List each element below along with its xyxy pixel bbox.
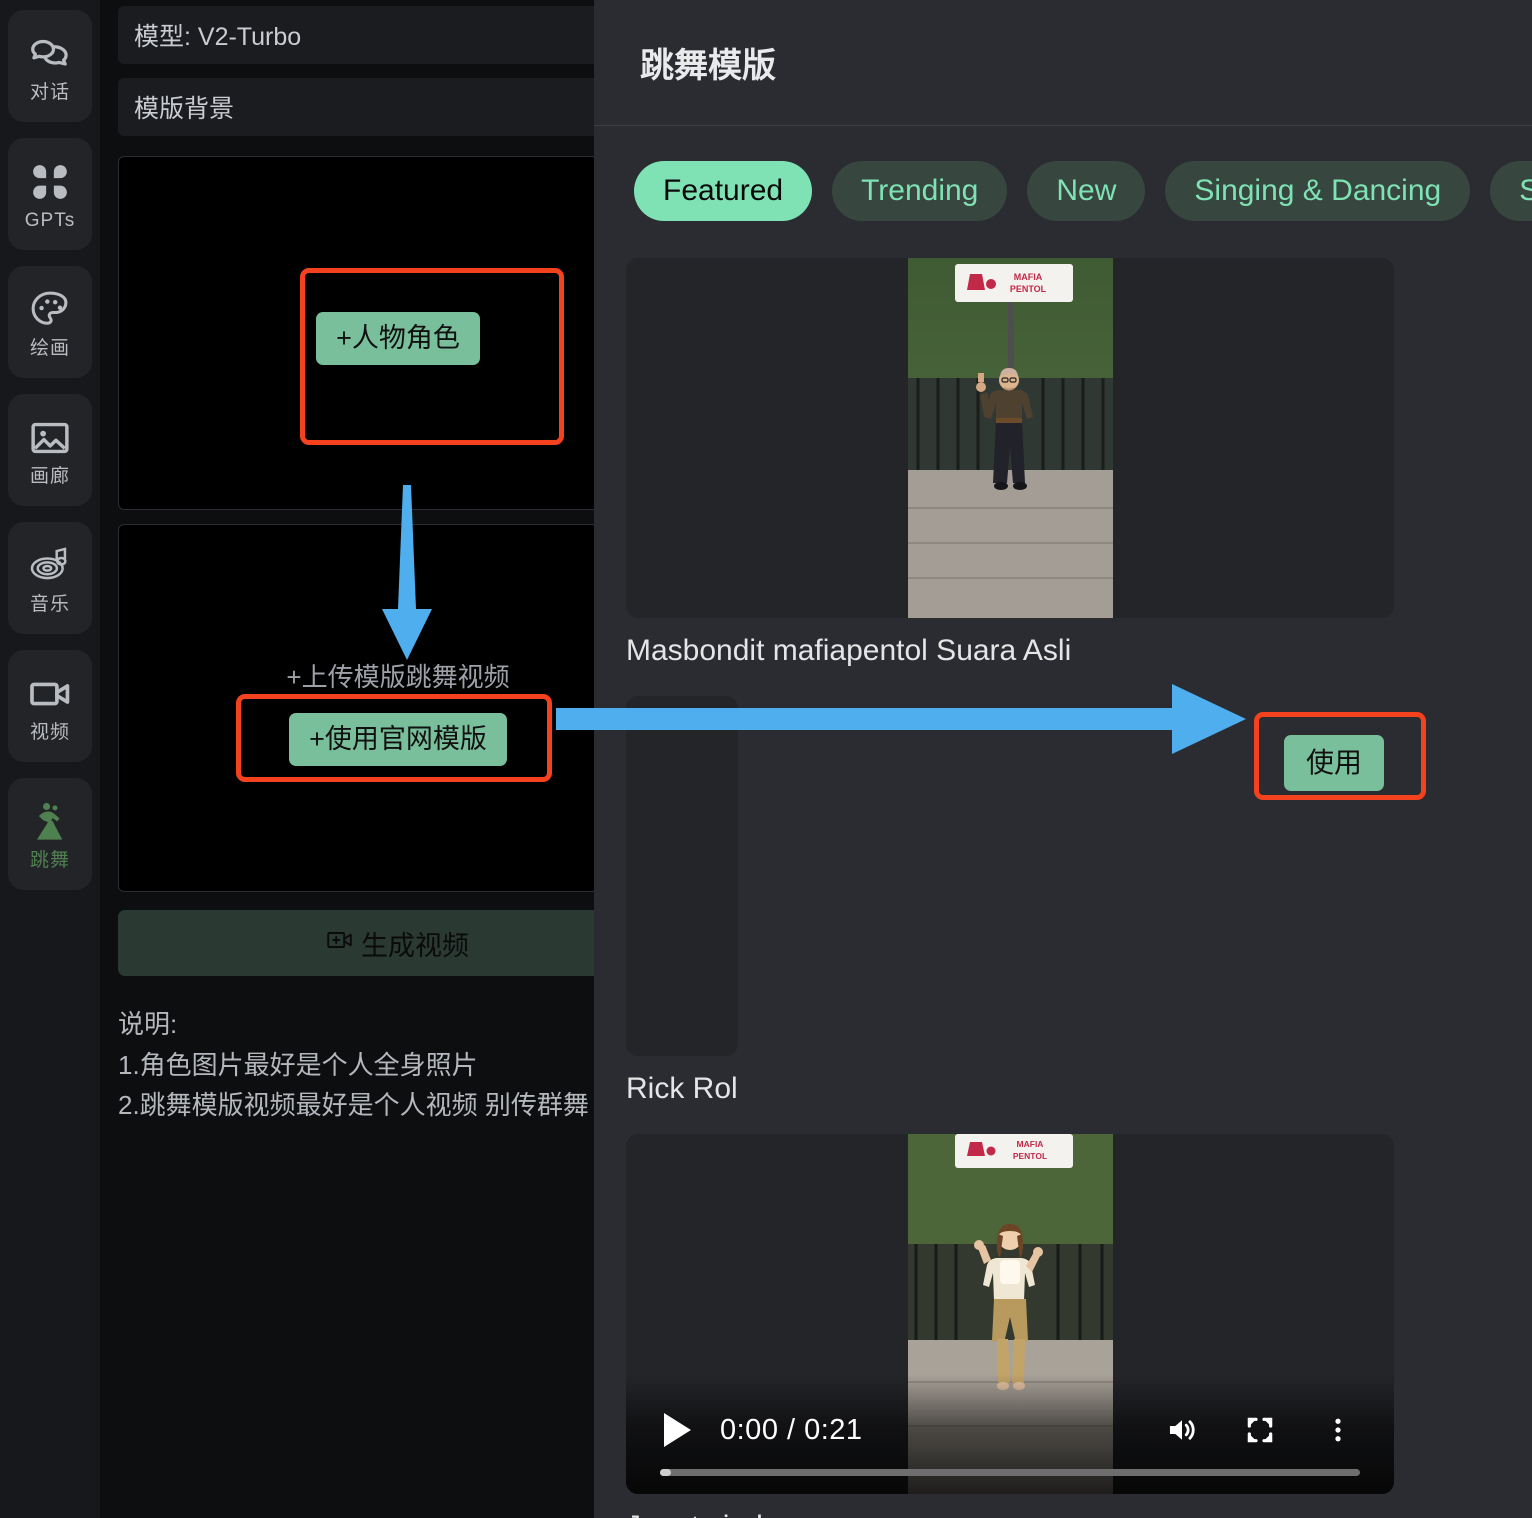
chat-icon — [27, 31, 73, 77]
page-title: 跳舞模版 — [640, 38, 776, 87]
grid-apps-icon — [27, 159, 73, 205]
template-card[interactable]: MAFIA PENTOL — [626, 1134, 1394, 1518]
instruction-line: 1.角色图片最好是个人全身照片 — [118, 1045, 594, 1086]
sidebar-item-label: 视频 — [30, 723, 70, 742]
template-title: Joget viral — [626, 1510, 1394, 1518]
fullscreen-icon[interactable] — [1238, 1408, 1282, 1452]
sidebar-item-drawing[interactable]: 绘画 — [8, 266, 92, 378]
template-card[interactable]: Rick Rol — [626, 696, 738, 1106]
more-vertical-icon[interactable] — [1316, 1408, 1360, 1452]
template-background-label: 模版背景 — [134, 89, 234, 125]
svg-text:MAFIA: MAFIA — [1013, 272, 1042, 282]
template-video-player[interactable]: MAFIA PENTOL — [626, 1134, 1394, 1494]
video-progress-bar[interactable] — [660, 1469, 1360, 1476]
model-label: 模型: V2-Turbo — [134, 17, 301, 53]
template-grid: MAFIA PENTOL — [594, 222, 1532, 1518]
use-official-template-button[interactable]: +使用官网模版 — [289, 713, 507, 766]
upload-template-hint: +上传模版跳舞视频 — [119, 657, 594, 694]
sidebar-item-label: 跳舞 — [30, 851, 70, 870]
template-video-dropzone[interactable]: +上传模版跳舞视频 +使用官网模版 — [118, 524, 594, 892]
sidebar-item-video[interactable]: 视频 — [8, 650, 92, 762]
video-plus-icon — [327, 928, 357, 959]
use-template-button[interactable]: 使用 — [1284, 735, 1384, 791]
dance-config-panel: 模型: V2-Turbo 模版背景 +人物角色 +上传模版跳舞视频 +使用官网模… — [100, 0, 594, 1518]
generate-video-button[interactable]: 生成视频 — [118, 910, 594, 976]
browser-header: 跳舞模版 — [594, 0, 1532, 126]
template-thumbnail[interactable] — [626, 696, 738, 1056]
sidebar-item-gallery[interactable]: 画廊 — [8, 394, 92, 506]
dancer-icon — [27, 799, 73, 845]
generate-video-label: 生成视频 — [361, 924, 469, 963]
template-background-row[interactable]: 模版背景 — [118, 78, 594, 136]
instructions-title: 说明: — [118, 1004, 594, 1045]
svg-text:PENTOL: PENTOL — [1012, 1151, 1046, 1161]
tab-trending[interactable]: Trending — [832, 161, 1007, 221]
play-icon[interactable] — [660, 1411, 694, 1449]
add-character-button[interactable]: +人物角色 — [316, 312, 480, 365]
tab-singing-dancing[interactable]: Singing & Dancing — [1165, 161, 1470, 221]
music-vinyl-icon — [27, 543, 73, 589]
volume-icon[interactable] — [1160, 1408, 1204, 1452]
video-time-display: 0:00 / 0:21 — [720, 1414, 863, 1447]
gallery-image-icon — [27, 415, 73, 461]
video-progress-fill — [660, 1469, 671, 1476]
template-card[interactable]: MAFIA PENTOL — [626, 258, 1394, 668]
use-template-button-wrap: 使用 — [1284, 735, 1384, 791]
template-thumbnail[interactable]: MAFIA PENTOL — [626, 258, 1394, 618]
palette-icon — [27, 287, 73, 333]
thumbnail-media: MAFIA PENTOL — [908, 258, 1113, 618]
sidebar-item-label: GPTs — [25, 211, 75, 230]
video-controls-bar: 0:00 / 0:21 — [626, 1374, 1394, 1494]
sidebar-item-music[interactable]: 音乐 — [8, 522, 92, 634]
dance-template-browser: 跳舞模版 Featured Trending New Singing & Dan… — [594, 0, 1532, 1518]
instructions-block: 说明: 1.角色图片最好是个人全身照片 2.跳舞模版视频最好是个人视频 别传群舞 — [118, 1004, 594, 1126]
instruction-line: 2.跳舞模版视频最好是个人视频 别传群舞 — [118, 1085, 594, 1126]
sidebar-item-chat[interactable]: 对话 — [8, 10, 92, 122]
svg-text:PENTOL: PENTOL — [1009, 284, 1046, 294]
tab-social[interactable]: Soc — [1490, 161, 1532, 221]
tab-featured[interactable]: Featured — [634, 161, 812, 221]
template-title: Masbondit mafiapentol Suara Asli — [626, 634, 1394, 668]
svg-text:MAFIA: MAFIA — [1016, 1139, 1043, 1149]
category-tabs: Featured Trending New Singing & Dancing … — [594, 126, 1532, 222]
sidebar-item-label: 音乐 — [30, 595, 70, 614]
video-camera-icon — [27, 671, 73, 717]
tab-new[interactable]: New — [1027, 161, 1145, 221]
sidebar-item-label: 画廊 — [30, 467, 70, 486]
character-dropzone[interactable]: +人物角色 — [118, 156, 594, 510]
template-title: Rick Rol — [626, 1072, 738, 1106]
sidebar-item-gpts[interactable]: GPTs — [8, 138, 92, 250]
model-selector-row[interactable]: 模型: V2-Turbo — [118, 6, 594, 64]
sidebar-item-dancing[interactable]: 跳舞 — [8, 778, 92, 890]
app-sidebar: 对话 GPTs — [0, 0, 100, 1518]
sidebar-item-label: 绘画 — [30, 339, 70, 358]
sidebar-item-label: 对话 — [30, 83, 70, 102]
